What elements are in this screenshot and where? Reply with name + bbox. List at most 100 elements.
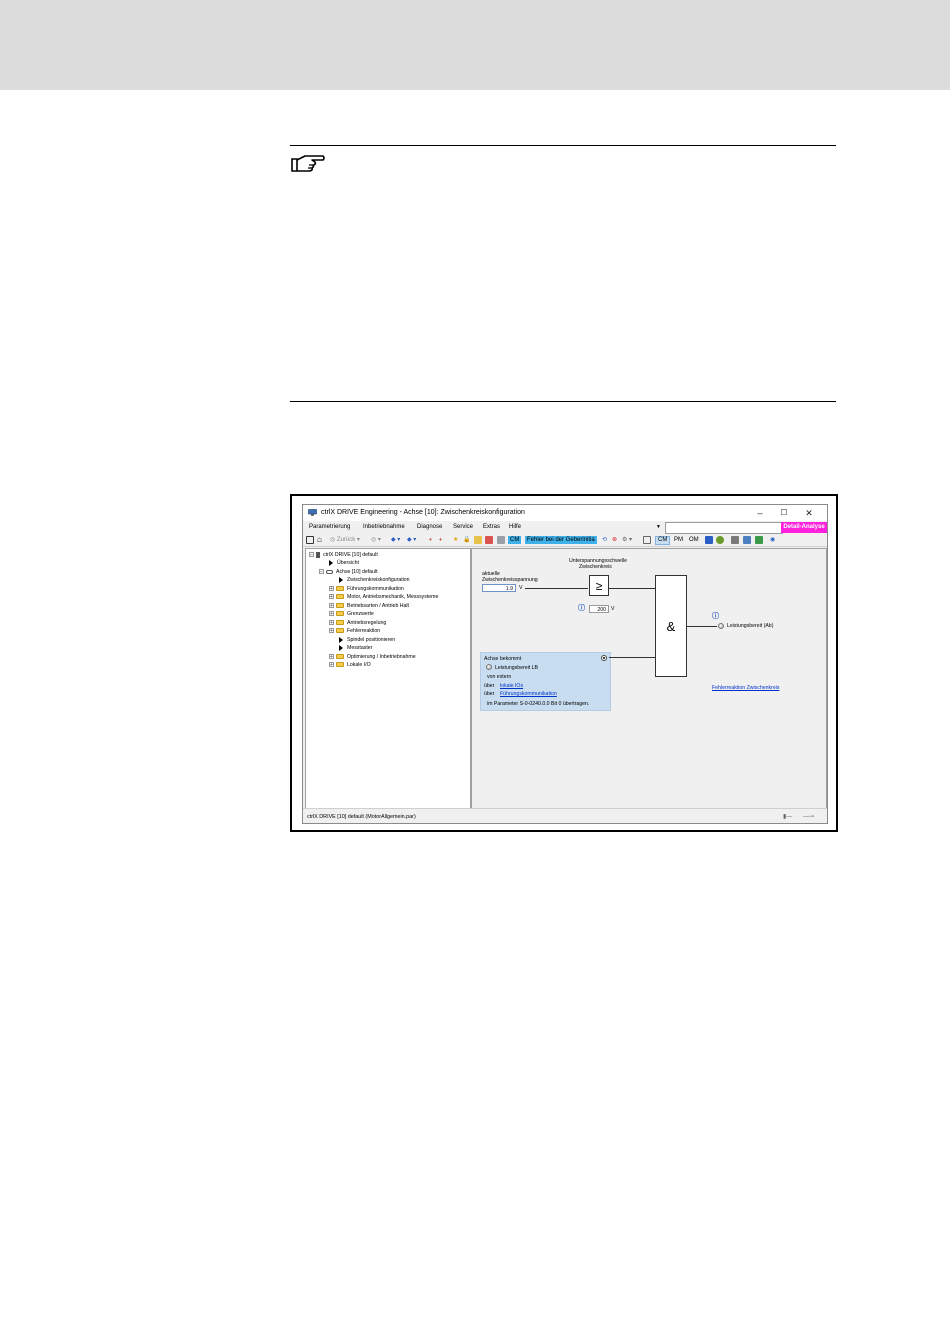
detail-analysis-button[interactable]: Detail-Analyse: [781, 522, 827, 533]
axis-input-panel: Achse bekommt Leistungsbereit LB von ext…: [480, 652, 611, 711]
cm-badge[interactable]: CM: [508, 536, 522, 544]
panel-led-icon: [486, 664, 492, 670]
folder-icon: [336, 611, 344, 617]
tree-item-messtaster[interactable]: Messtaster: [339, 644, 372, 652]
lock-icon[interactable]: 🔒: [463, 536, 470, 544]
output-label: Leistungsbereit (Ab): [727, 623, 774, 629]
expand-icon[interactable]: +: [329, 586, 334, 592]
plug-icon: —⊸: [803, 814, 815, 820]
close-button[interactable]: ✕: [800, 507, 818, 519]
network-icon[interactable]: ᚐ: [429, 536, 432, 544]
status-led-icon: [718, 623, 724, 629]
tree-item-fuehrung[interactable]: + Führungskommunikation: [329, 585, 404, 593]
menu-diagnose[interactable]: Diagnose: [417, 524, 442, 530]
voltage-signal-line: [525, 588, 588, 589]
minimize-button[interactable]: –: [751, 507, 769, 519]
folder-icon: [336, 594, 344, 600]
search-dropdown-arrow-icon[interactable]: ▼: [656, 524, 661, 530]
link-fehlerreaktion-zwischenkreis[interactable]: Fehlerreaktion Zwischenkreis: [712, 685, 779, 691]
tree-item-betriebsarten[interactable]: + Betriebsarten / Antrieb Halt: [329, 602, 409, 610]
nav-down-icon[interactable]: ◆ ▾: [407, 536, 416, 544]
diagnostics-icon[interactable]: [643, 536, 651, 544]
back-button[interactable]: ◎ Zurück ▾: [330, 536, 360, 544]
folder-icon: [336, 586, 344, 592]
calendar-icon[interactable]: [474, 536, 482, 544]
collapse-icon[interactable]: −: [319, 569, 324, 575]
threshold-label-line2: Zwischenkreis: [579, 564, 612, 570]
tree-item-zwischenkreis[interactable]: Zwischenkreiskonfiguration: [339, 576, 410, 584]
export-icon[interactable]: [755, 536, 763, 544]
expand-icon[interactable]: +: [329, 603, 334, 609]
title-bar: ctrlX DRIVE Engineering - Achse [10]: Zw…: [303, 505, 827, 521]
settings-icon[interactable]: ⚙ ▾: [622, 536, 632, 544]
dc-bus-diagram: Unterspannungsschwelle Zwischenkreis akt…: [471, 548, 827, 809]
panel-title: Achse bekommt: [484, 656, 522, 662]
panel-extern: von extern: [487, 674, 512, 680]
voltage-label-line2: Zwischenkreisspannung: [482, 577, 538, 583]
tree-item-fehlerreaktion[interactable]: + Fehlerreaktion: [329, 627, 380, 635]
expand-icon[interactable]: +: [329, 594, 334, 600]
tree-item-device[interactable]: − ctrlX DRIVE [10] default: [309, 551, 378, 559]
nav-up-icon[interactable]: ◆ ▾: [391, 536, 400, 544]
menu-extras[interactable]: Extras: [483, 524, 500, 530]
link-fuehrungskommunikation[interactable]: Führungskommunikation: [500, 691, 557, 697]
arrow-right-icon: [339, 576, 343, 583]
axis-icon: [326, 569, 333, 574]
collapse-icon[interactable]: −: [309, 552, 314, 558]
panel-lb: Leistungsbereit LB: [495, 665, 538, 671]
menu-inbetriebnahme[interactable]: Inbetriebnahme: [363, 524, 405, 530]
tree-item-spindel[interactable]: Spindel positionieren: [339, 636, 395, 644]
threshold-value-field[interactable]: 200: [589, 605, 609, 613]
menu-hilfe[interactable]: Hilfe: [509, 524, 521, 530]
save-icon[interactable]: [743, 536, 751, 544]
expand-icon[interactable]: +: [329, 654, 334, 660]
home-icon[interactable]: ⌂: [317, 536, 322, 544]
forward-button[interactable]: ◎ ▾: [371, 536, 381, 544]
refresh-icon[interactable]: ⟲: [602, 536, 607, 544]
expand-icon[interactable]: +: [329, 611, 334, 617]
project-tree: − ctrlX DRIVE [10] default Übersicht − Ach…: [305, 548, 471, 809]
and-gate-block: &: [655, 575, 687, 677]
tree-item-achse[interactable]: − Achse [10] default: [319, 568, 378, 576]
mode-cm-button[interactable]: CM: [655, 536, 671, 545]
expand-icon[interactable]: +: [329, 620, 334, 626]
tree-item-optimierung[interactable]: + Optimierung / Inbetriebnahme: [329, 653, 416, 661]
back-label: Zurück: [336, 537, 356, 543]
search-input[interactable]: [665, 522, 783, 534]
tree-item-uebersicht[interactable]: Übersicht: [329, 559, 359, 567]
device-icon[interactable]: [497, 536, 505, 544]
tree-item-antriebsregelung[interactable]: + Antriebsregelung: [329, 619, 386, 627]
parameter-icon[interactable]: [485, 536, 493, 544]
pointing-hand-icon: [291, 155, 325, 172]
link-lokale-ios[interactable]: lokale IOs: [500, 683, 523, 689]
info-icon[interactable]: ⓘ: [712, 611, 719, 621]
screenshot-figure: ctrlX DRIVE Engineering - Achse [10]: Zw…: [290, 494, 838, 832]
threshold-unit: V: [611, 606, 615, 612]
stop-icon[interactable]: ⊗: [612, 536, 617, 544]
network-off-icon[interactable]: ᚐ: [439, 536, 442, 544]
drive-icon: [316, 551, 320, 558]
folder-icon: [336, 620, 344, 626]
key-icon[interactable]: [716, 536, 724, 544]
menu-service[interactable]: Service: [453, 524, 473, 530]
window-icon[interactable]: [306, 536, 314, 544]
expand-icon[interactable]: +: [329, 628, 334, 634]
help-icon[interactable]: ◉: [770, 536, 775, 544]
expand-icon[interactable]: +: [329, 662, 334, 668]
mode-om-button[interactable]: OM: [689, 536, 699, 544]
menu-parametrierung[interactable]: Parametrierung: [309, 524, 350, 530]
mode-pm-button[interactable]: PM: [674, 536, 683, 544]
copy-icon[interactable]: [731, 536, 739, 544]
error-message-box[interactable]: Fehler bei der Geberinitia: [525, 536, 597, 544]
star-icon[interactable]: ★: [453, 536, 458, 544]
tree-item-lokale-io[interactable]: + Lokale I/O: [329, 661, 371, 669]
info-icon[interactable]: ⓘ: [578, 603, 585, 613]
note-bottom-rule: [290, 401, 836, 402]
toolbar: ⌂ ◎ Zurück ▾ ◎ ▾ ◆ ▾ ◆ ▾ ᚐ ᚐ ★ 🔒 CM Fehl…: [303, 534, 827, 547]
tree-item-grenzwerte[interactable]: + Grenzwerte: [329, 610, 374, 618]
tree-item-motor[interactable]: + Motor, Antriebsmechanik, Messsysteme: [329, 593, 438, 601]
panel-radio-icon[interactable]: [601, 655, 607, 661]
io-icon[interactable]: [705, 536, 713, 544]
folder-icon: [336, 662, 344, 668]
maximize-button[interactable]: ☐: [775, 507, 793, 519]
